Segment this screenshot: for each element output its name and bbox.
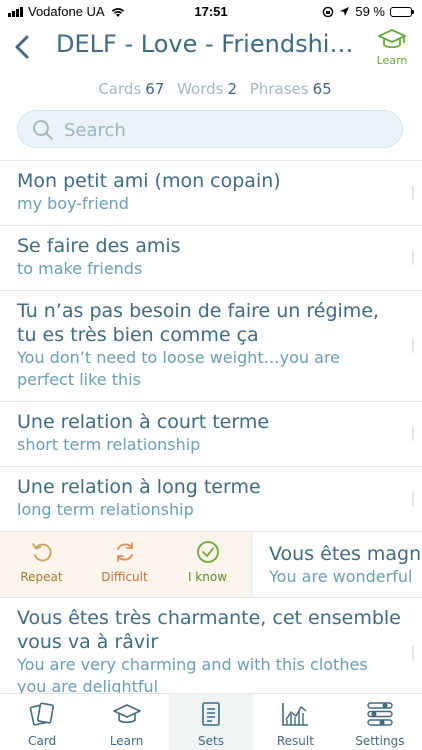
counts-bar: Cards 67 Words 2 Phrases 65 bbox=[0, 80, 422, 98]
i-know-button[interactable]: I know bbox=[166, 532, 249, 597]
nav-bar: DELF - Love - Friendship… Learn bbox=[0, 24, 422, 72]
swipe-actions: Repeat Difficult I know bbox=[0, 532, 250, 597]
count-value: 2 bbox=[227, 80, 238, 98]
drag-handle[interactable] bbox=[412, 492, 414, 506]
repeat-icon bbox=[31, 543, 51, 562]
graduation-cap-icon bbox=[378, 29, 406, 49]
tab-label: Result bbox=[276, 734, 314, 748]
list-item-swiped[interactable]: Repeat Difficult I know Vous êtes magnif… bbox=[0, 532, 422, 598]
status-bar: Vodafone UA 17:51 59 % bbox=[0, 0, 422, 24]
tab-label: Learn bbox=[109, 734, 144, 748]
tab-card[interactable]: Card bbox=[0, 694, 84, 750]
phrase-french: Vous êtes très charmante, cet ensemble v… bbox=[17, 607, 401, 653]
list-item[interactable]: Une relation à long terme long term relat… bbox=[0, 467, 422, 532]
chart-icon bbox=[282, 703, 309, 726]
tab-bar: Card Learn Sets Result Settings bbox=[0, 693, 422, 750]
list-item[interactable]: Une relation à court terme short term rel… bbox=[0, 402, 422, 467]
sliders-icon bbox=[367, 702, 393, 726]
cards-icon bbox=[29, 702, 55, 726]
drag-handle[interactable] bbox=[412, 251, 414, 265]
document-icon bbox=[202, 702, 220, 726]
drag-handle[interactable] bbox=[412, 427, 414, 441]
page-title: DELF - Love - Friendship… bbox=[56, 30, 366, 58]
learn-label: Learn bbox=[376, 54, 408, 67]
drag-handle[interactable] bbox=[412, 339, 414, 353]
phrase-french: Mon petit ami (mon copain) bbox=[17, 170, 281, 192]
tab-learn[interactable]: Learn bbox=[84, 694, 168, 750]
list-item[interactable]: Vous êtes très charmante, cet ensemble v… bbox=[0, 598, 422, 695]
phrase-french: Se faire des amis bbox=[17, 235, 181, 257]
repeat-button[interactable]: Repeat bbox=[0, 532, 83, 597]
phrase-translation: You are wonderful bbox=[269, 567, 413, 586]
phrase-translation: long term relationship bbox=[17, 500, 194, 519]
i-know-label: I know bbox=[187, 570, 228, 584]
tab-label: Sets bbox=[198, 734, 224, 748]
difficult-icon bbox=[116, 542, 133, 562]
repeat-label: Repeat bbox=[20, 570, 63, 584]
search-box[interactable] bbox=[17, 110, 403, 148]
tab-sets[interactable]: Sets bbox=[168, 694, 254, 750]
learn-button[interactable]: Learn bbox=[370, 28, 414, 67]
count-label: Phrases bbox=[249, 80, 309, 98]
check-circle-icon bbox=[196, 541, 219, 563]
tab-label: Settings bbox=[355, 734, 405, 748]
orientation-lock-icon bbox=[323, 6, 334, 17]
difficult-label: Difficult bbox=[101, 570, 148, 584]
count-label: Words bbox=[177, 80, 224, 98]
search-input[interactable] bbox=[62, 117, 386, 143]
graduation-cap-icon bbox=[112, 704, 141, 724]
list-item[interactable]: Mon petit ami (mon copain) my boy-friend bbox=[0, 161, 422, 226]
tab-result[interactable]: Result bbox=[253, 694, 337, 750]
battery-icon bbox=[390, 6, 414, 17]
phrase-translation: You are very charming and with this clot… bbox=[17, 655, 368, 695]
phrase-french: Une relation à long terme bbox=[17, 476, 261, 498]
drag-handle[interactable] bbox=[412, 645, 414, 660]
tab-label: Card bbox=[28, 734, 57, 748]
phrase-french: Vous êtes magnifique bbox=[269, 543, 422, 565]
count-value: 67 bbox=[145, 80, 165, 98]
list-item[interactable]: Tu n’as pas besoin de faire un régime, t… bbox=[0, 291, 422, 402]
phrase-translation: short term relationship bbox=[17, 435, 201, 454]
phrase-french: Tu n’as pas besoin de faire un régime, t… bbox=[17, 300, 380, 346]
back-chevron-icon[interactable] bbox=[8, 32, 38, 62]
phrase-translation: You don’t need to loose weight…you are p… bbox=[17, 348, 341, 389]
count-label: Cards bbox=[98, 80, 142, 98]
drag-handle[interactable] bbox=[412, 186, 414, 200]
search-icon bbox=[33, 120, 53, 140]
phrase-translation: to make friends bbox=[17, 259, 143, 278]
count-value: 65 bbox=[312, 80, 332, 98]
phrase-translation: my boy-friend bbox=[17, 194, 129, 213]
location-icon bbox=[340, 7, 350, 16]
phrase-french: Une relation à court terme bbox=[17, 411, 270, 433]
list-item[interactable]: Se faire des amis to make friends bbox=[0, 226, 422, 291]
difficult-button[interactable]: Difficult bbox=[83, 532, 166, 597]
tab-settings[interactable]: Settings bbox=[338, 694, 422, 750]
battery-percent: 59 % bbox=[355, 4, 385, 19]
phrase-list: Mon petit ami (mon copain) my boy-friend … bbox=[0, 160, 422, 695]
